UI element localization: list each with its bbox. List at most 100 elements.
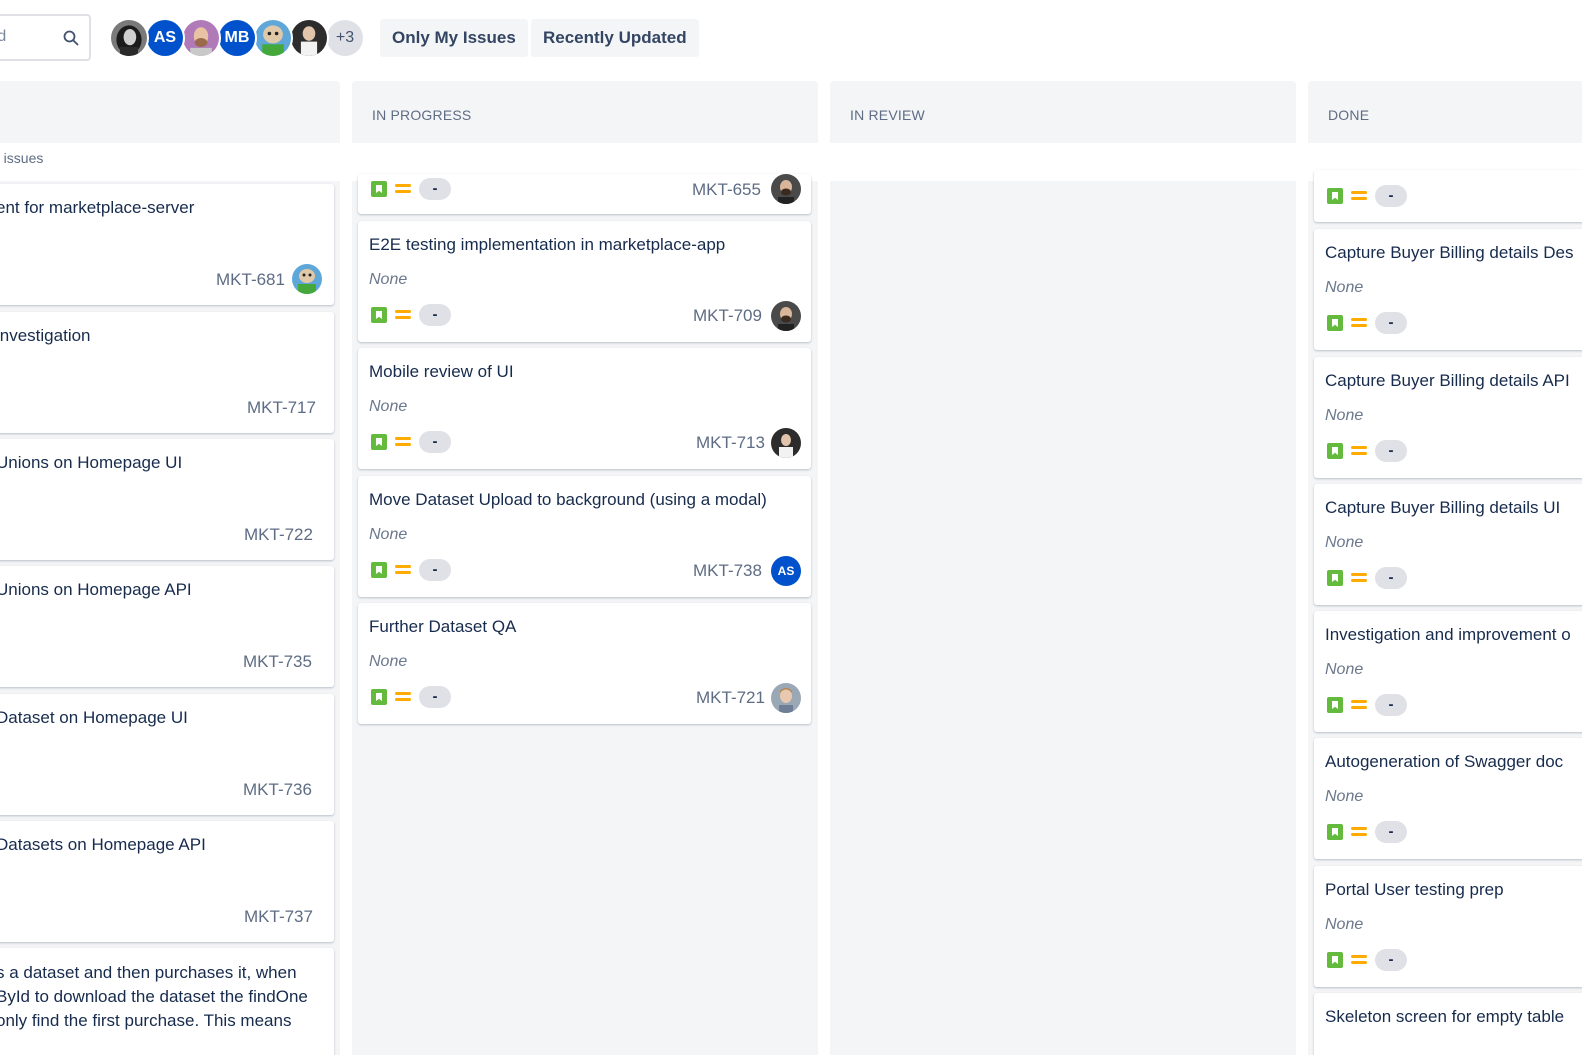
issue-epic: None	[369, 398, 408, 415]
story-icon	[371, 307, 387, 323]
story-icon	[371, 434, 387, 450]
issue-key: MKT-737	[244, 907, 313, 926]
issue-card-mkt-735[interactable]: Unions on Homepage API MKT-735	[0, 566, 334, 687]
story-icon	[371, 181, 387, 197]
issue-key: MKT-722	[244, 525, 313, 544]
priority-medium-icon	[395, 309, 411, 321]
story-icon	[1327, 188, 1343, 204]
priority-medium-icon	[1351, 826, 1367, 838]
story-icon	[371, 562, 387, 578]
issue-title: Capture Buyer Billing details API	[1325, 371, 1570, 390]
issue-card-done-6[interactable]: Autogeneration of Swagger doc None -	[1314, 738, 1582, 859]
story-icon	[371, 689, 387, 705]
issue-key: MKT-717	[247, 398, 316, 417]
issue-card-mkt-738[interactable]: Move Dataset Upload to background (using…	[358, 476, 811, 597]
issue-title: Investigation and improvement o	[1325, 625, 1571, 644]
issue-title: Portal User testing prep	[1325, 880, 1504, 899]
issue-title: Mobile review of UI	[369, 362, 514, 381]
priority-medium-icon	[1351, 317, 1367, 329]
issue-card-long-description[interactable]: s a dataset and then purchases it, when …	[0, 948, 334, 1055]
search-icon	[63, 30, 79, 46]
issue-key: MKT-709	[693, 306, 762, 325]
issue-title: Move Dataset Upload to background (using…	[369, 490, 767, 509]
priority-medium-icon	[1351, 572, 1367, 584]
issue-epic: None	[369, 526, 408, 543]
estimate-badge: -	[1375, 694, 1407, 716]
issue-title: Unions on Homepage UI	[0, 453, 183, 472]
estimate-badge: -	[1375, 949, 1407, 971]
priority-medium-icon	[395, 691, 411, 703]
issue-epic: None	[1325, 788, 1364, 805]
priority-medium-icon	[395, 436, 411, 448]
issue-card-mkt-721[interactable]: Further Dataset QA None - MKT-721	[358, 603, 811, 724]
issue-card-done-7[interactable]: Portal User testing prep None -	[1314, 866, 1582, 987]
story-icon	[1327, 824, 1343, 840]
story-icon	[1327, 315, 1343, 331]
issue-epic: None	[369, 271, 408, 288]
issue-key: MKT-713	[696, 433, 765, 452]
issue-card-done-5[interactable]: Investigation and improvement o None -	[1314, 611, 1582, 732]
assignee-avatar	[771, 428, 801, 458]
story-icon	[1327, 697, 1343, 713]
issue-key: MKT-655	[692, 180, 761, 199]
issue-epic: None	[1325, 534, 1364, 551]
issue-title: investigation	[0, 326, 91, 345]
issue-card-done-2[interactable]: Capture Buyer Billing details Des None -	[1314, 229, 1582, 350]
estimate-badge: -	[419, 559, 451, 581]
story-icon	[1327, 952, 1343, 968]
avatar-dark-hair[interactable]	[109, 18, 149, 58]
issue-epic: None	[369, 653, 408, 670]
issue-epic: None	[1325, 916, 1364, 933]
issue-card-mkt-717[interactable]: investigation MKT-717	[0, 312, 334, 433]
avatar-robot[interactable]	[253, 18, 293, 58]
estimate-badge: -	[1375, 440, 1407, 462]
priority-medium-icon	[1351, 699, 1367, 711]
issue-card-done-4[interactable]: Capture Buyer Billing details UI None -	[1314, 484, 1582, 605]
estimate-badge: -	[419, 304, 451, 326]
priority-medium-icon	[1351, 445, 1367, 457]
only-my-issues-button[interactable]: Only My Issues	[380, 19, 528, 57]
issue-card-mkt-709[interactable]: E2E testing implementation in marketplac…	[358, 221, 811, 342]
issue-card-mkt-681[interactable]: ent for marketplace-server MKT-681	[0, 184, 334, 305]
estimate-badge: -	[419, 686, 451, 708]
issue-card-mkt-713[interactable]: Mobile review of UI None - MKT-713	[358, 348, 811, 469]
issue-card-mkt-737[interactable]: Datasets on Homepage API MKT-737	[0, 821, 334, 942]
assignee-avatar	[771, 174, 801, 204]
issue-key: MKT-735	[243, 652, 312, 671]
issue-card-done-8[interactable]: Skeleton screen for empty table	[1314, 993, 1582, 1055]
avatar-initials-as[interactable]: AS	[145, 18, 185, 58]
avatar-bearded[interactable]	[181, 18, 221, 58]
assignee-avatar	[771, 301, 801, 331]
priority-medium-icon	[1351, 190, 1367, 202]
issue-title: Capture Buyer Billing details Des	[1325, 243, 1574, 262]
issue-epic: None	[1325, 279, 1364, 296]
issue-card-mkt-655[interactable]: - MKT-655	[358, 174, 811, 214]
column-in-review: IN REVIEW	[830, 81, 1296, 1055]
estimate-badge: -	[1375, 821, 1407, 843]
column-header-todo	[0, 81, 340, 143]
avatar-white-shirt[interactable]	[289, 18, 329, 58]
issue-card-mkt-736[interactable]: Dataset on Homepage UI MKT-736	[0, 694, 334, 815]
estimate-badge: -	[419, 178, 451, 200]
issue-card-done-3[interactable]: Capture Buyer Billing details API None -	[1314, 357, 1582, 478]
issue-title: Autogeneration of Swagger doc	[1325, 752, 1564, 771]
issue-title: ent for marketplace-server	[0, 198, 195, 217]
recently-updated-button[interactable]: Recently Updated	[531, 19, 699, 57]
issue-title: Dataset on Homepage UI	[0, 708, 188, 727]
issue-title: Unions on Homepage API	[0, 580, 192, 599]
board-search-input[interactable]: rd	[0, 14, 91, 61]
issue-key: MKT-721	[696, 688, 765, 707]
assignee-avatar: AS	[771, 556, 801, 586]
estimate-badge: -	[1375, 567, 1407, 589]
search-input-value: rd	[0, 28, 7, 45]
assignee-avatar	[292, 264, 322, 294]
column-header-in-review: IN REVIEW	[850, 107, 925, 123]
issue-card-done-1[interactable]: -	[1314, 170, 1582, 222]
issue-card-mkt-722[interactable]: Unions on Homepage UI MKT-722	[0, 439, 334, 560]
priority-medium-icon	[395, 564, 411, 576]
more-avatars-badge[interactable]: +3	[325, 18, 365, 58]
column-header-done: DONE	[1328, 107, 1370, 123]
issue-title: Capture Buyer Billing details UI	[1325, 498, 1561, 517]
avatar-initials-mb[interactable]: MB	[217, 18, 257, 58]
issue-epic: None	[1325, 407, 1364, 424]
